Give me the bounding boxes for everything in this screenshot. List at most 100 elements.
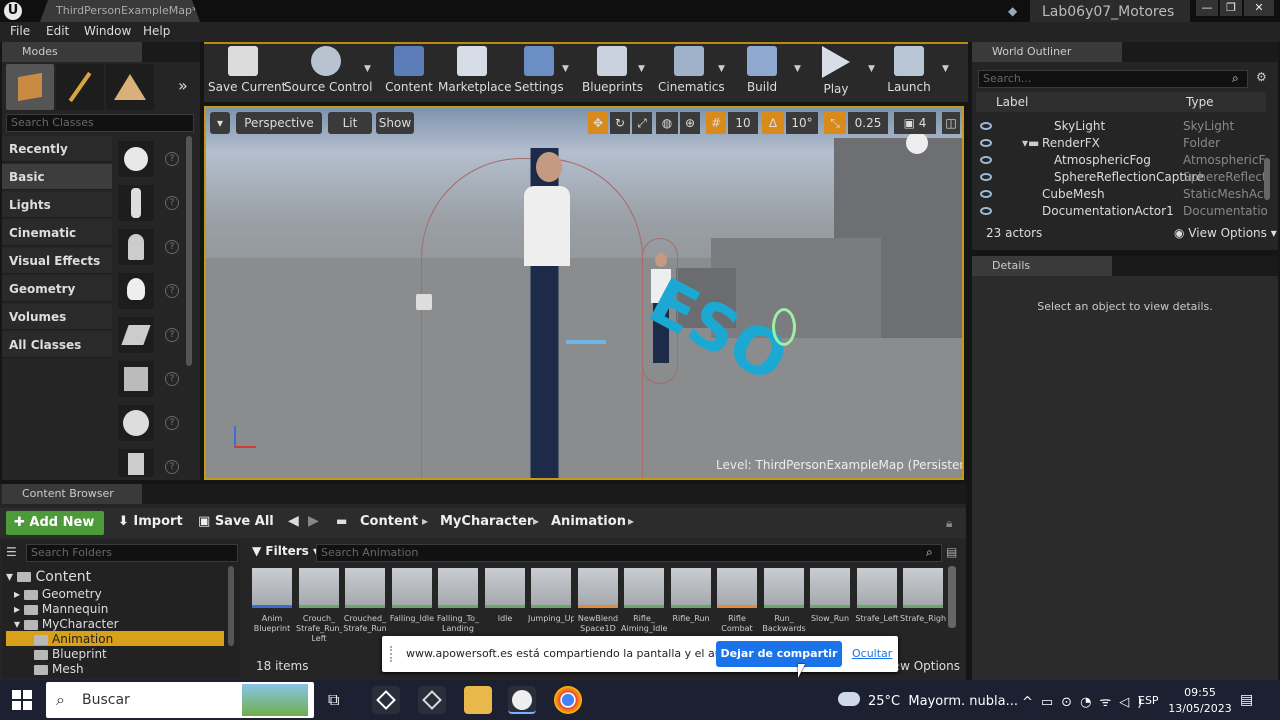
- outliner-row[interactable]: DocumentationActor1 Documentation: [976, 203, 1272, 220]
- asset-thumbnail[interactable]: [717, 568, 757, 608]
- category-basic[interactable]: Basic: [2, 164, 112, 190]
- asset-thumbnail[interactable]: [252, 568, 292, 608]
- cylinder-icon[interactable]: [118, 449, 154, 477]
- visibility-icon[interactable]: [980, 122, 992, 130]
- visibility-icon[interactable]: [980, 173, 992, 181]
- maximize-viewport-icon[interactable]: ◫: [942, 112, 960, 134]
- help-icon[interactable]: ?: [165, 460, 179, 474]
- play-button[interactable]: Play: [816, 46, 856, 100]
- asset-thumbnail[interactable]: [624, 568, 664, 608]
- angle-size-value[interactable]: 10°: [786, 112, 818, 134]
- player-start-icon[interactable]: [118, 317, 154, 353]
- windows-start-icon[interactable]: [12, 690, 32, 710]
- asset-scrollbar[interactable]: [948, 566, 956, 628]
- tree-item-content[interactable]: ▾ Content: [6, 569, 91, 585]
- outliner-view-options[interactable]: ◉ View Options ▾: [1174, 226, 1277, 240]
- visibility-icon[interactable]: [980, 190, 992, 198]
- maximize-button[interactable]: ❐: [1220, 0, 1242, 16]
- input-language[interactable]: ESP: [1138, 694, 1159, 707]
- category-all-classes[interactable]: All Classes: [2, 332, 112, 358]
- asset-thumbnail[interactable]: [485, 568, 525, 608]
- show-button[interactable]: Show: [376, 112, 414, 134]
- menu-help[interactable]: Help: [143, 24, 170, 38]
- source-control-dropdown-icon[interactable]: ▼: [364, 64, 371, 74]
- category-cinematic[interactable]: Cinematic: [2, 220, 112, 246]
- import-button[interactable]: ⬇ Import: [118, 514, 183, 529]
- scale-icon[interactable]: ⤢: [632, 112, 652, 134]
- empty-pawn-icon[interactable]: [118, 229, 154, 265]
- launch-button[interactable]: Launch: [886, 46, 932, 100]
- asset-thumbnail[interactable]: [299, 568, 339, 608]
- marketplace-button[interactable]: Marketplace: [438, 46, 512, 100]
- help-icon[interactable]: ?: [165, 196, 179, 210]
- empty-character-icon[interactable]: [118, 185, 154, 221]
- perspective-button[interactable]: Perspective: [236, 112, 322, 134]
- grid-snap-icon[interactable]: #: [706, 112, 726, 134]
- tree-item-geometry[interactable]: ▸ Geometry: [14, 587, 102, 601]
- outliner-row[interactable]: ▾▬ RenderFX Folder: [976, 135, 1272, 152]
- asset-thumbnail[interactable]: [810, 568, 850, 608]
- task-view-icon[interactable]: ⧉: [328, 690, 339, 710]
- menu-window[interactable]: Window: [84, 24, 131, 38]
- type-column-header[interactable]: Type: [1186, 95, 1214, 109]
- clock-date[interactable]: 13/05/2023: [1168, 702, 1232, 715]
- taskbar-search-box[interactable]: ⌕ Buscar: [46, 682, 314, 718]
- search-assets-input[interactable]: Search Animation: [316, 544, 942, 562]
- back-icon[interactable]: ◀: [288, 513, 299, 529]
- scale-snap-icon[interactable]: ⤡: [824, 112, 846, 134]
- asset-thumbnail[interactable]: [671, 568, 711, 608]
- tree-scrollbar[interactable]: [228, 566, 234, 646]
- document-tab[interactable]: ThirdPersonExampleMap*: [40, 0, 200, 22]
- minimize-button[interactable]: —: [1196, 0, 1218, 16]
- outliner-row[interactable]: SkyLight SkyLight: [976, 118, 1272, 135]
- help-icon[interactable]: ?: [165, 328, 179, 342]
- help-icon[interactable]: ?: [165, 372, 179, 386]
- clock-time[interactable]: 09:55: [1178, 686, 1222, 699]
- asset-thumbnail[interactable]: [531, 568, 571, 608]
- camera-speed[interactable]: ▣ 4: [894, 112, 936, 134]
- stop-sharing-button[interactable]: Dejar de compartir: [716, 641, 842, 667]
- save-all-button[interactable]: ▣ Save All: [198, 514, 274, 529]
- modes-scrollbar[interactable]: [186, 136, 192, 366]
- visibility-icon[interactable]: [980, 139, 992, 147]
- outliner-row[interactable]: SphereReflectionCapture SphereReflecti: [976, 169, 1272, 186]
- place-mode-icon[interactable]: [6, 64, 54, 110]
- lock-icon[interactable]: 🔒︎: [946, 516, 952, 531]
- drag-handle-icon[interactable]: [390, 646, 394, 662]
- cube-icon[interactable]: [118, 361, 154, 397]
- level-viewport[interactable]: ESO Level: ThirdPersonExampleMap (Persis…: [204, 106, 964, 480]
- add-new-button[interactable]: ✚ Add New ▾: [6, 511, 104, 554]
- chrome-icon[interactable]: [554, 686, 582, 714]
- notifications-icon[interactable]: ▤: [1240, 692, 1253, 708]
- tab-world-outliner[interactable]: World Outliner: [972, 42, 1122, 62]
- outliner-row[interactable]: CubeMesh StaticMeshActo: [976, 186, 1272, 203]
- weather-text[interactable]: 25°C Mayorm. nubla...: [868, 694, 1018, 709]
- translate-icon[interactable]: ✥: [588, 112, 608, 134]
- menu-edit[interactable]: Edit: [46, 24, 69, 38]
- outliner-settings-icon[interactable]: ⚙: [1256, 70, 1267, 84]
- grid-size-value[interactable]: 10: [728, 112, 758, 134]
- hide-button[interactable]: Ocultar: [852, 647, 892, 660]
- visibility-icon[interactable]: [980, 156, 992, 164]
- unity-icon[interactable]: [418, 686, 446, 714]
- close-button[interactable]: ✕: [1244, 0, 1274, 16]
- asset-thumbnail[interactable]: [392, 568, 432, 608]
- play-dropdown-icon[interactable]: ▼: [868, 64, 875, 74]
- file-explorer-icon[interactable]: [464, 686, 492, 714]
- source-control-button[interactable]: Source Control: [284, 46, 372, 100]
- settings-button[interactable]: Settings: [512, 46, 566, 100]
- build-dropdown-icon[interactable]: ▼: [794, 64, 801, 74]
- rotate-icon[interactable]: ↻: [610, 112, 630, 134]
- settings-dropdown-icon[interactable]: ▼: [562, 64, 569, 74]
- breadcrumb-animation[interactable]: Animation: [551, 514, 626, 529]
- category-geometry[interactable]: Geometry: [2, 276, 112, 302]
- surface-snap-icon[interactable]: ⊕: [680, 112, 700, 134]
- outliner-search-input[interactable]: Search...: [978, 70, 1248, 88]
- tab-details[interactable]: Details: [972, 256, 1112, 276]
- outliner-row[interactable]: AtmosphericFog AtmosphericFo: [976, 152, 1272, 169]
- world-local-icon[interactable]: ◍: [656, 112, 678, 134]
- help-icon[interactable]: ?: [165, 416, 179, 430]
- category-recently-placed[interactable]: Recently Placed: [2, 136, 112, 182]
- dock-icon[interactable]: ▤: [946, 545, 957, 559]
- tree-item-blueprint[interactable]: Blueprint: [34, 647, 107, 661]
